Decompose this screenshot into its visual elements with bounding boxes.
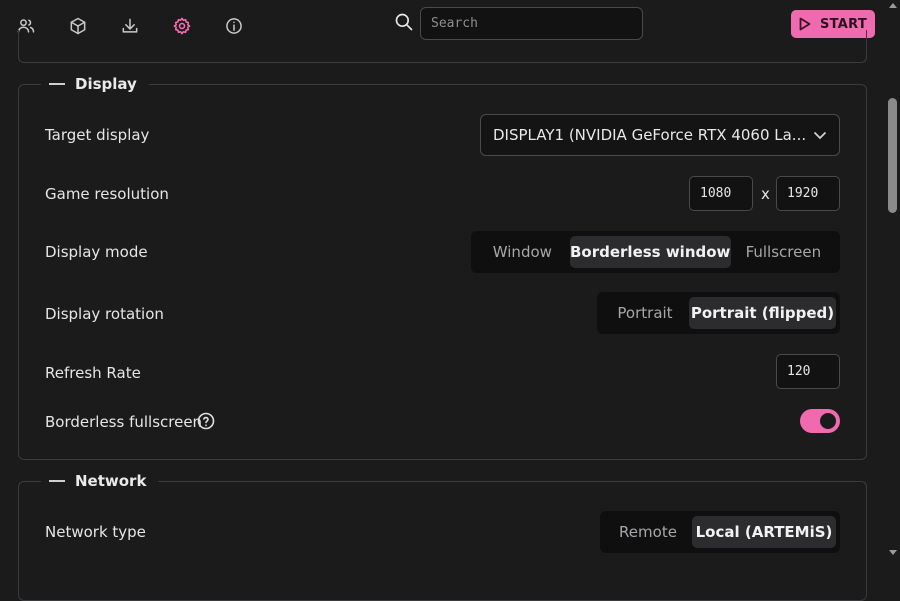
display-mode-fullscreen[interactable]: Fullscreen [731,236,836,268]
borderless-fullscreen-label: Borderless fullscreen [45,413,203,431]
display-section: Display Target display DISPLAY1 (NVIDIA … [18,74,867,460]
scroll-up-arrow[interactable] [889,3,897,8]
vertical-scrollbar[interactable] [886,0,900,558]
display-mode-segmented: Window Borderless window Fullscreen [471,231,840,273]
network-section-title: Network [75,472,147,490]
legend-dash [49,480,65,482]
network-section-header: Network [41,471,159,491]
refresh-rate-label: Refresh Rate [45,364,141,382]
scroll-down-arrow[interactable] [889,550,897,555]
borderless-fullscreen-toggle[interactable] [800,409,840,433]
target-display-select[interactable]: DISPLAY1 (NVIDIA GeForce RTX 4060 La... [480,114,840,156]
refresh-rate-input[interactable] [776,354,840,389]
display-section-title: Display [75,75,137,93]
display-mode-borderless-window[interactable]: Borderless window [569,236,731,268]
target-display-value: DISPLAY1 (NVIDIA GeForce RTX 4060 La... [493,126,807,144]
display-rotation-label: Display rotation [45,305,164,323]
rotation-portrait[interactable]: Portrait [601,297,689,329]
play-icon [799,17,811,31]
scroll-thumb[interactable] [888,98,897,213]
network-section: Network Network type Remote Local (ARTEM… [18,471,867,601]
network-local-artemis[interactable]: Local (ARTEMiS) [692,516,836,548]
display-rotation-segmented: Portrait Portrait (flipped) [597,292,840,334]
toggle-knob [820,413,836,429]
rotation-portrait-flipped[interactable]: Portrait (flipped) [689,297,836,329]
help-icon[interactable] [197,412,215,430]
network-type-label: Network type [45,523,146,541]
display-mode-label: Display mode [45,243,148,261]
resolution-width-input[interactable] [689,176,753,211]
target-display-label: Target display [45,126,150,144]
resolution-separator: x [761,185,770,203]
display-section-header: Display [41,74,149,94]
game-resolution-label: Game resolution [45,185,169,203]
legend-dash [49,83,65,85]
previous-section-panel [18,30,867,63]
network-type-segmented: Remote Local (ARTEMiS) [600,511,840,553]
resolution-height-input[interactable] [776,176,840,211]
chevron-down-icon [813,131,827,140]
display-mode-window[interactable]: Window [475,236,570,268]
network-remote[interactable]: Remote [604,516,692,548]
